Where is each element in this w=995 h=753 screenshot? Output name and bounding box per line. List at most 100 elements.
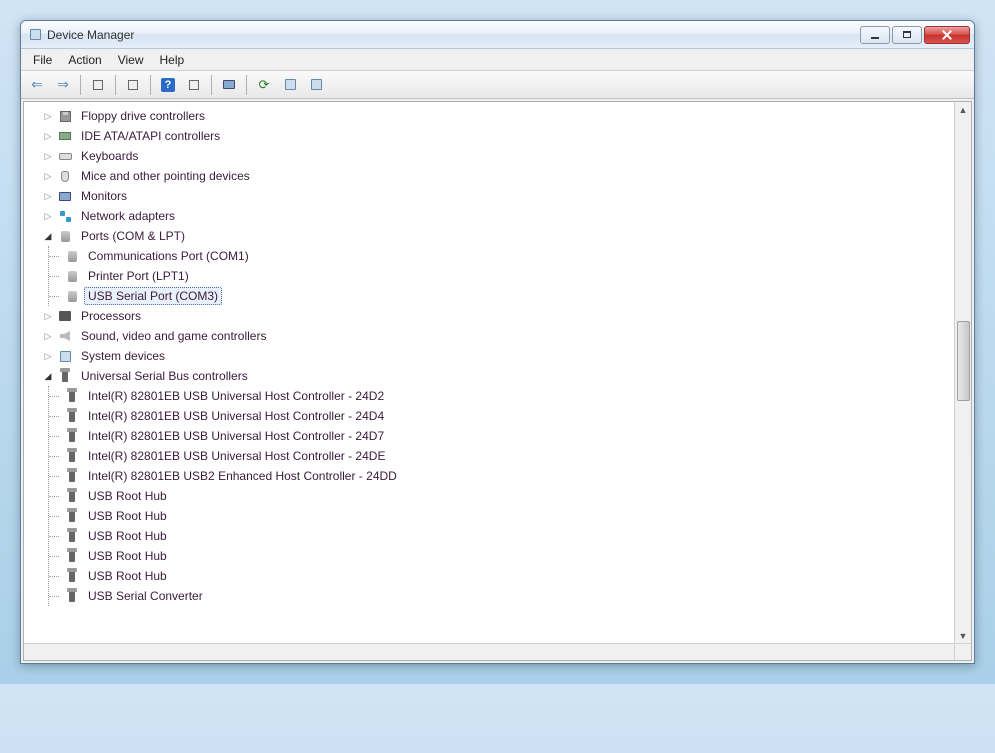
- vertical-scrollbar[interactable]: ▲ ▼: [954, 102, 971, 643]
- arrow-left-icon: [31, 76, 43, 93]
- menu-help[interactable]: Help: [152, 51, 193, 69]
- tree-label: USB Root Hub: [84, 527, 171, 545]
- expand-icon[interactable]: ▷: [42, 170, 54, 182]
- horizontal-scrollbar[interactable]: [24, 643, 954, 660]
- toggle-icon: [189, 80, 199, 90]
- port-icon: [57, 228, 73, 244]
- collapse-icon[interactable]: ◢: [42, 230, 54, 242]
- tree-category[interactable]: ◢Universal Serial Bus controllers: [42, 366, 954, 386]
- forward-button[interactable]: [51, 73, 75, 97]
- tree-label: Intel(R) 82801EB USB2 Enhanced Host Cont…: [84, 467, 401, 485]
- back-button[interactable]: [25, 73, 49, 97]
- tree-category[interactable]: ▷System devices: [42, 346, 954, 366]
- tree-category[interactable]: ▷Floppy drive controllers: [42, 106, 954, 126]
- uninstall-button[interactable]: [278, 73, 302, 97]
- scroll-down-button[interactable]: ▼: [956, 628, 971, 643]
- tree-item[interactable]: Intel(R) 82801EB USB Universal Host Cont…: [49, 386, 954, 406]
- usb-icon: [64, 468, 80, 484]
- tree-item[interactable]: USB Serial Converter: [49, 586, 954, 606]
- tree-category[interactable]: ▷ Monitors: [42, 186, 954, 206]
- minimize-button[interactable]: [860, 26, 890, 44]
- tree-category[interactable]: ▷ Network adapters: [42, 206, 954, 226]
- expand-icon[interactable]: ▷: [42, 130, 54, 142]
- tree-item[interactable]: USB Root Hub: [49, 506, 954, 526]
- tree-label: Intel(R) 82801EB USB Universal Host Cont…: [84, 447, 389, 465]
- content-area: ▷Floppy drive controllers▷IDE ATA/ATAPI …: [23, 101, 972, 661]
- toggle-button[interactable]: [182, 73, 206, 97]
- usb-icon: [64, 388, 80, 404]
- sys-icon: [57, 348, 73, 364]
- maximize-button[interactable]: [892, 26, 922, 44]
- arrow-right-icon: [57, 76, 69, 93]
- tree-item[interactable]: USB Root Hub: [49, 566, 954, 586]
- tree-item[interactable]: Intel(R) 82801EB USB Universal Host Cont…: [49, 446, 954, 466]
- expand-icon[interactable]: ▷: [42, 330, 54, 342]
- kbd-icon: [57, 148, 73, 164]
- tree-category[interactable]: ▷ Processors: [42, 306, 954, 326]
- tree-category[interactable]: ▷Sound, video and game controllers: [42, 326, 954, 346]
- tree-item[interactable]: Intel(R) 82801EB USB2 Enhanced Host Cont…: [49, 466, 954, 486]
- collapse-icon[interactable]: ◢: [42, 370, 54, 382]
- tree-label: IDE ATA/ATAPI controllers: [77, 127, 224, 145]
- tree-label: USB Root Hub: [84, 487, 171, 505]
- usb-icon: [64, 448, 80, 464]
- disable-button[interactable]: [304, 73, 328, 97]
- properties-button[interactable]: [121, 73, 145, 97]
- tree-label: Intel(R) 82801EB USB Universal Host Cont…: [84, 407, 388, 425]
- tree-label: Processors: [77, 307, 145, 325]
- titlebar[interactable]: Device Manager: [21, 21, 974, 49]
- ide-icon: [57, 128, 73, 144]
- uninstall-icon: [285, 79, 296, 90]
- scan-hardware-button[interactable]: [217, 73, 241, 97]
- scroll-up-button[interactable]: ▲: [956, 102, 971, 117]
- tree-label: Intel(R) 82801EB USB Universal Host Cont…: [84, 387, 388, 405]
- tree-item[interactable]: USB Serial Port (COM3): [49, 286, 954, 306]
- usb-icon: [64, 548, 80, 564]
- expand-icon[interactable]: ▷: [42, 190, 54, 202]
- toolbar: ?: [21, 71, 974, 99]
- expand-icon[interactable]: ▷: [42, 310, 54, 322]
- close-button[interactable]: [924, 26, 970, 44]
- usb-icon: [64, 428, 80, 444]
- tree-item[interactable]: Intel(R) 82801EB USB Universal Host Cont…: [49, 406, 954, 426]
- tree-item[interactable]: Intel(R) 82801EB USB Universal Host Cont…: [49, 426, 954, 446]
- tree-label: USB Root Hub: [84, 567, 171, 585]
- tree-label: USB Root Hub: [84, 547, 171, 565]
- toolbar-separator: [246, 75, 247, 95]
- menu-view[interactable]: View: [110, 51, 152, 69]
- port-icon: [64, 288, 80, 304]
- window-frame: Device Manager File Action View Help ? ▷…: [20, 20, 975, 664]
- expand-icon[interactable]: ▷: [42, 350, 54, 362]
- menubar: File Action View Help: [21, 49, 974, 71]
- expand-icon[interactable]: ▷: [42, 150, 54, 162]
- tree-category[interactable]: ▷Keyboards: [42, 146, 954, 166]
- tree-item[interactable]: Printer Port (LPT1): [49, 266, 954, 286]
- menu-action[interactable]: Action: [60, 51, 109, 69]
- device-tree[interactable]: ▷Floppy drive controllers▷IDE ATA/ATAPI …: [24, 102, 954, 643]
- tree-item[interactable]: USB Root Hub: [49, 546, 954, 566]
- tree-label: Network adapters: [77, 207, 179, 225]
- tree-category[interactable]: ◢Ports (COM & LPT): [42, 226, 954, 246]
- expand-icon[interactable]: ▷: [42, 210, 54, 222]
- refresh-icon: [259, 77, 270, 93]
- tree-item[interactable]: USB Root Hub: [49, 486, 954, 506]
- show-hide-tree-button[interactable]: [86, 73, 110, 97]
- tree-category[interactable]: ▷Mice and other pointing devices: [42, 166, 954, 186]
- toolbar-separator: [115, 75, 116, 95]
- scroll-track[interactable]: [956, 117, 971, 628]
- tree-label: Intel(R) 82801EB USB Universal Host Cont…: [84, 427, 388, 445]
- expand-icon[interactable]: ▷: [42, 110, 54, 122]
- update-driver-button[interactable]: [252, 73, 276, 97]
- tree-category[interactable]: ▷ IDE ATA/ATAPI controllers: [42, 126, 954, 146]
- help-button[interactable]: ?: [156, 73, 180, 97]
- toolbar-separator: [211, 75, 212, 95]
- window-title: Device Manager: [47, 28, 860, 42]
- tree-label: Monitors: [77, 187, 131, 205]
- scroll-thumb[interactable]: [957, 321, 970, 401]
- tree-icon: [93, 80, 103, 90]
- menu-file[interactable]: File: [25, 51, 60, 69]
- tree-item[interactable]: USB Root Hub: [49, 526, 954, 546]
- tree-item[interactable]: Communications Port (COM1): [49, 246, 954, 266]
- mon-icon: [57, 188, 73, 204]
- tree-label: Communications Port (COM1): [84, 247, 253, 265]
